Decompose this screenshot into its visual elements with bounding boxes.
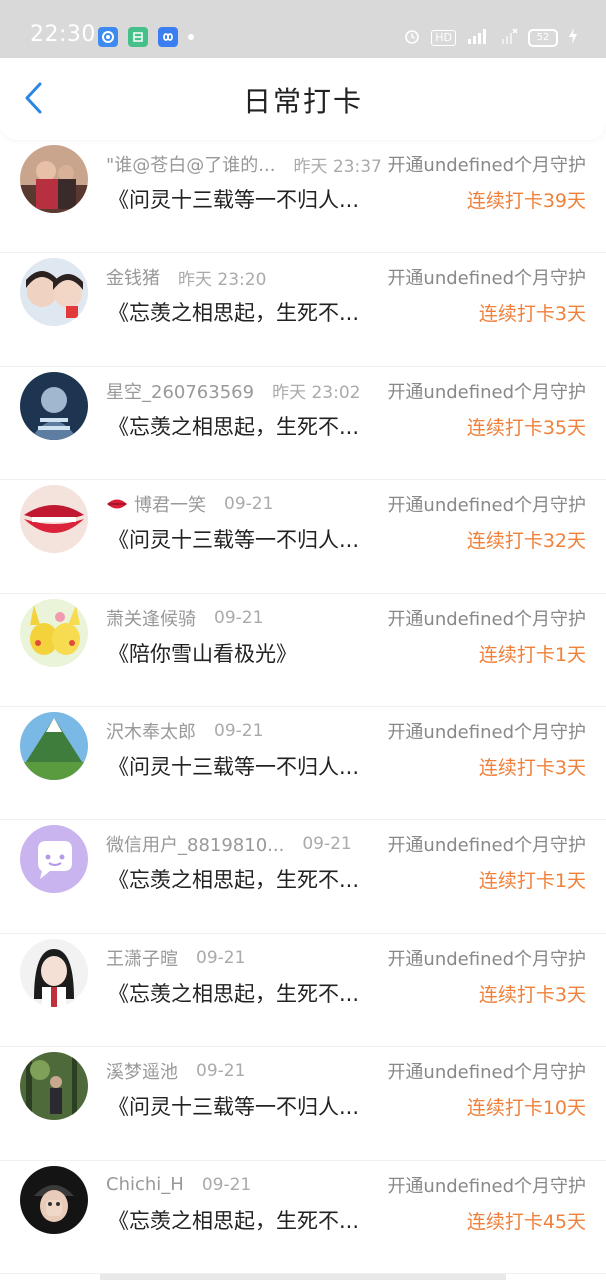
row-meta: 微信用户_8819810... 09-21 <box>106 831 352 857</box>
wifi-off-icon <box>500 27 518 49</box>
row-meta: 王潇子暄 09-21 <box>106 945 245 971</box>
battery-icon: 52 <box>528 29 558 47</box>
list-item[interactable]: Chichi_H 09-21 开通undefined个月守护 《忘羡之相思起，生… <box>0 1161 606 1274</box>
book-title[interactable]: 《问灵十三载等一不归人... <box>108 1091 359 1121</box>
streak-badge: 连续打卡3天 <box>478 303 586 326</box>
alarm-icon <box>403 27 421 49</box>
row-meta: 沢木奉太郎 09-21 <box>106 718 263 744</box>
guard-text: 开通undefined个月守护 <box>383 491 586 518</box>
checkin-time: 09-21 <box>196 947 246 968</box>
guard-text: 开通undefined个月守护 <box>383 1171 586 1198</box>
streak-badge: 连续打卡1天 <box>478 643 586 666</box>
list-item[interactable]: 金钱猪 昨天 23:20 开通undefined个月守护 《忘羡之相思起，生死不… <box>0 253 606 367</box>
row-meta: 萧关逢候骑 09-21 <box>106 605 263 631</box>
avatar[interactable] <box>20 485 88 554</box>
status-bar: 22:30 HD 52 <box>0 0 606 58</box>
avatar[interactable] <box>20 258 88 327</box>
user-name[interactable]: 金钱猪 <box>106 264 160 290</box>
list-item[interactable]: 星空_260763569 昨天 23:02 开通undefined个月守护 《忘… <box>0 367 606 481</box>
guard-text: 开通undefined个月守护 <box>383 717 586 744</box>
app-notification-icon <box>98 27 118 47</box>
checkin-time: 09-21 <box>214 607 264 628</box>
status-indicators: HD 52 <box>403 27 578 49</box>
book-title[interactable]: 《忘羡之相思起，生死不... <box>108 978 359 1008</box>
checkin-time: 昨天 23:37 <box>293 156 382 177</box>
avatar[interactable] <box>20 825 88 894</box>
status-time: 22:30 <box>30 22 96 47</box>
streak-badge: 连续打卡39天 <box>466 190 586 212</box>
row-meta: "谁@苍白@了谁的... 昨天 23:37 <box>106 151 382 177</box>
user-name[interactable]: 星空_260763569 <box>106 378 254 404</box>
guard-text: 开通undefined个月守护 <box>383 151 586 177</box>
user-name[interactable]: "谁@苍白@了谁的... <box>106 151 275 177</box>
list-item[interactable]: 微信用户_8819810... 09-21 开通undefined个月守护 《忘… <box>0 820 606 934</box>
book-title[interactable]: 《忘羡之相思起，生死不... <box>108 411 359 441</box>
list-item[interactable]: 王潇子暄 09-21 开通undefined个月守护 《忘羡之相思起，生死不..… <box>0 934 606 1048</box>
checkin-time: 昨天 23:20 <box>178 269 267 290</box>
user-name[interactable]: 博君一笑 <box>134 491 206 517</box>
avatar[interactable] <box>20 598 88 667</box>
streak-badge: 连续打卡35天 <box>466 416 586 439</box>
row-meta: Chichi_H 09-21 <box>106 1172 251 1198</box>
checkin-time: 昨天 23:02 <box>272 383 361 404</box>
book-title[interactable]: 《忘羡之相思起，生死不... <box>108 297 359 327</box>
checkin-time: 09-21 <box>224 494 274 515</box>
avatar[interactable] <box>20 1052 88 1121</box>
avatar[interactable] <box>20 371 88 440</box>
checkin-time: 09-21 <box>214 720 264 741</box>
streak-badge: 连续打卡32天 <box>466 530 586 553</box>
nav-bar: 日常打卡 <box>0 58 606 140</box>
user-name[interactable]: Chichi_H <box>106 1174 184 1195</box>
list-item[interactable]: 沢木奉太郎 09-21 开通undefined个月守护 《问灵十三载等一不归人.… <box>0 707 606 821</box>
book-title[interactable]: 《陪你雪山看极光》 <box>108 638 297 668</box>
avatar[interactable] <box>20 145 88 213</box>
avatar[interactable] <box>20 711 88 780</box>
4g-signal-icon <box>466 27 490 49</box>
checkin-list: "谁@苍白@了谁的... 昨天 23:37 开通undefined个月守护 《问… <box>0 140 606 1274</box>
book-title[interactable]: 《忘羡之相思起，生死不... <box>108 1205 359 1235</box>
streak-badge: 连续打卡1天 <box>478 870 586 893</box>
streak-badge: 连续打卡3天 <box>478 983 586 1006</box>
row-meta: 溪梦遥池 09-21 <box>106 1058 245 1084</box>
guard-text: 开通undefined个月守护 <box>383 831 586 858</box>
guard-text: 开通undefined个月守护 <box>383 604 586 631</box>
row-meta: 博君一笑 09-21 <box>106 491 273 517</box>
book-title[interactable]: 《忘羡之相思起，生死不... <box>108 864 359 894</box>
book-title[interactable]: 《问灵十三载等一不归人... <box>108 184 359 214</box>
page-title: 日常打卡 <box>242 85 363 118</box>
app-notification-icon <box>128 27 148 47</box>
guard-text: 开通undefined个月守护 <box>383 377 586 404</box>
checkin-time: 09-21 <box>201 1174 252 1195</box>
guard-text: 开通undefined个月守护 <box>383 1058 586 1085</box>
row-meta: 金钱猪 昨天 23:20 <box>106 264 266 290</box>
user-name[interactable]: 萧关逢候骑 <box>106 605 196 631</box>
streak-badge: 连续打卡3天 <box>478 756 586 779</box>
avatar[interactable] <box>20 938 88 1007</box>
list-item[interactable]: 博君一笑 09-21 开通undefined个月守护 《问灵十三载等一不归人..… <box>0 480 606 594</box>
book-title[interactable]: 《问灵十三载等一不归人... <box>108 751 359 781</box>
list-bottom-edge <box>100 1274 506 1280</box>
avatar[interactable] <box>20 1165 88 1234</box>
checkin-time: 09-21 <box>196 1061 246 1082</box>
list-item[interactable]: "谁@苍白@了谁的... 昨天 23:37 开通undefined个月守护 《问… <box>0 140 606 254</box>
notification-dot <box>188 34 194 40</box>
checkin-time: 09-21 <box>302 834 352 855</box>
app-notification-icon <box>158 27 178 47</box>
user-name[interactable]: 王潇子暄 <box>106 945 178 971</box>
book-title[interactable]: 《问灵十三载等一不归人... <box>108 524 359 554</box>
user-name[interactable]: 沢木奉太郎 <box>106 718 196 744</box>
lips-icon <box>106 496 128 512</box>
guard-text: 开通undefined个月守护 <box>383 944 586 971</box>
user-name[interactable]: 微信用户_8819810... <box>106 831 284 857</box>
list-item[interactable]: 溪梦遥池 09-21 开通undefined个月守护 《问灵十三载等一不归人..… <box>0 1047 606 1161</box>
hd-icon: HD <box>431 30 456 46</box>
row-meta: 星空_260763569 昨天 23:02 <box>106 378 360 404</box>
streak-badge: 连续打卡45天 <box>466 1210 586 1233</box>
charging-icon <box>568 27 578 49</box>
guard-text: 开通undefined个月守护 <box>383 264 586 291</box>
streak-badge: 连续打卡10天 <box>466 1097 586 1120</box>
list-item[interactable]: 萧关逢候骑 09-21 开通undefined个月守护 《陪你雪山看极光》 连续… <box>0 594 606 707</box>
user-name[interactable]: 溪梦遥池 <box>106 1058 178 1084</box>
